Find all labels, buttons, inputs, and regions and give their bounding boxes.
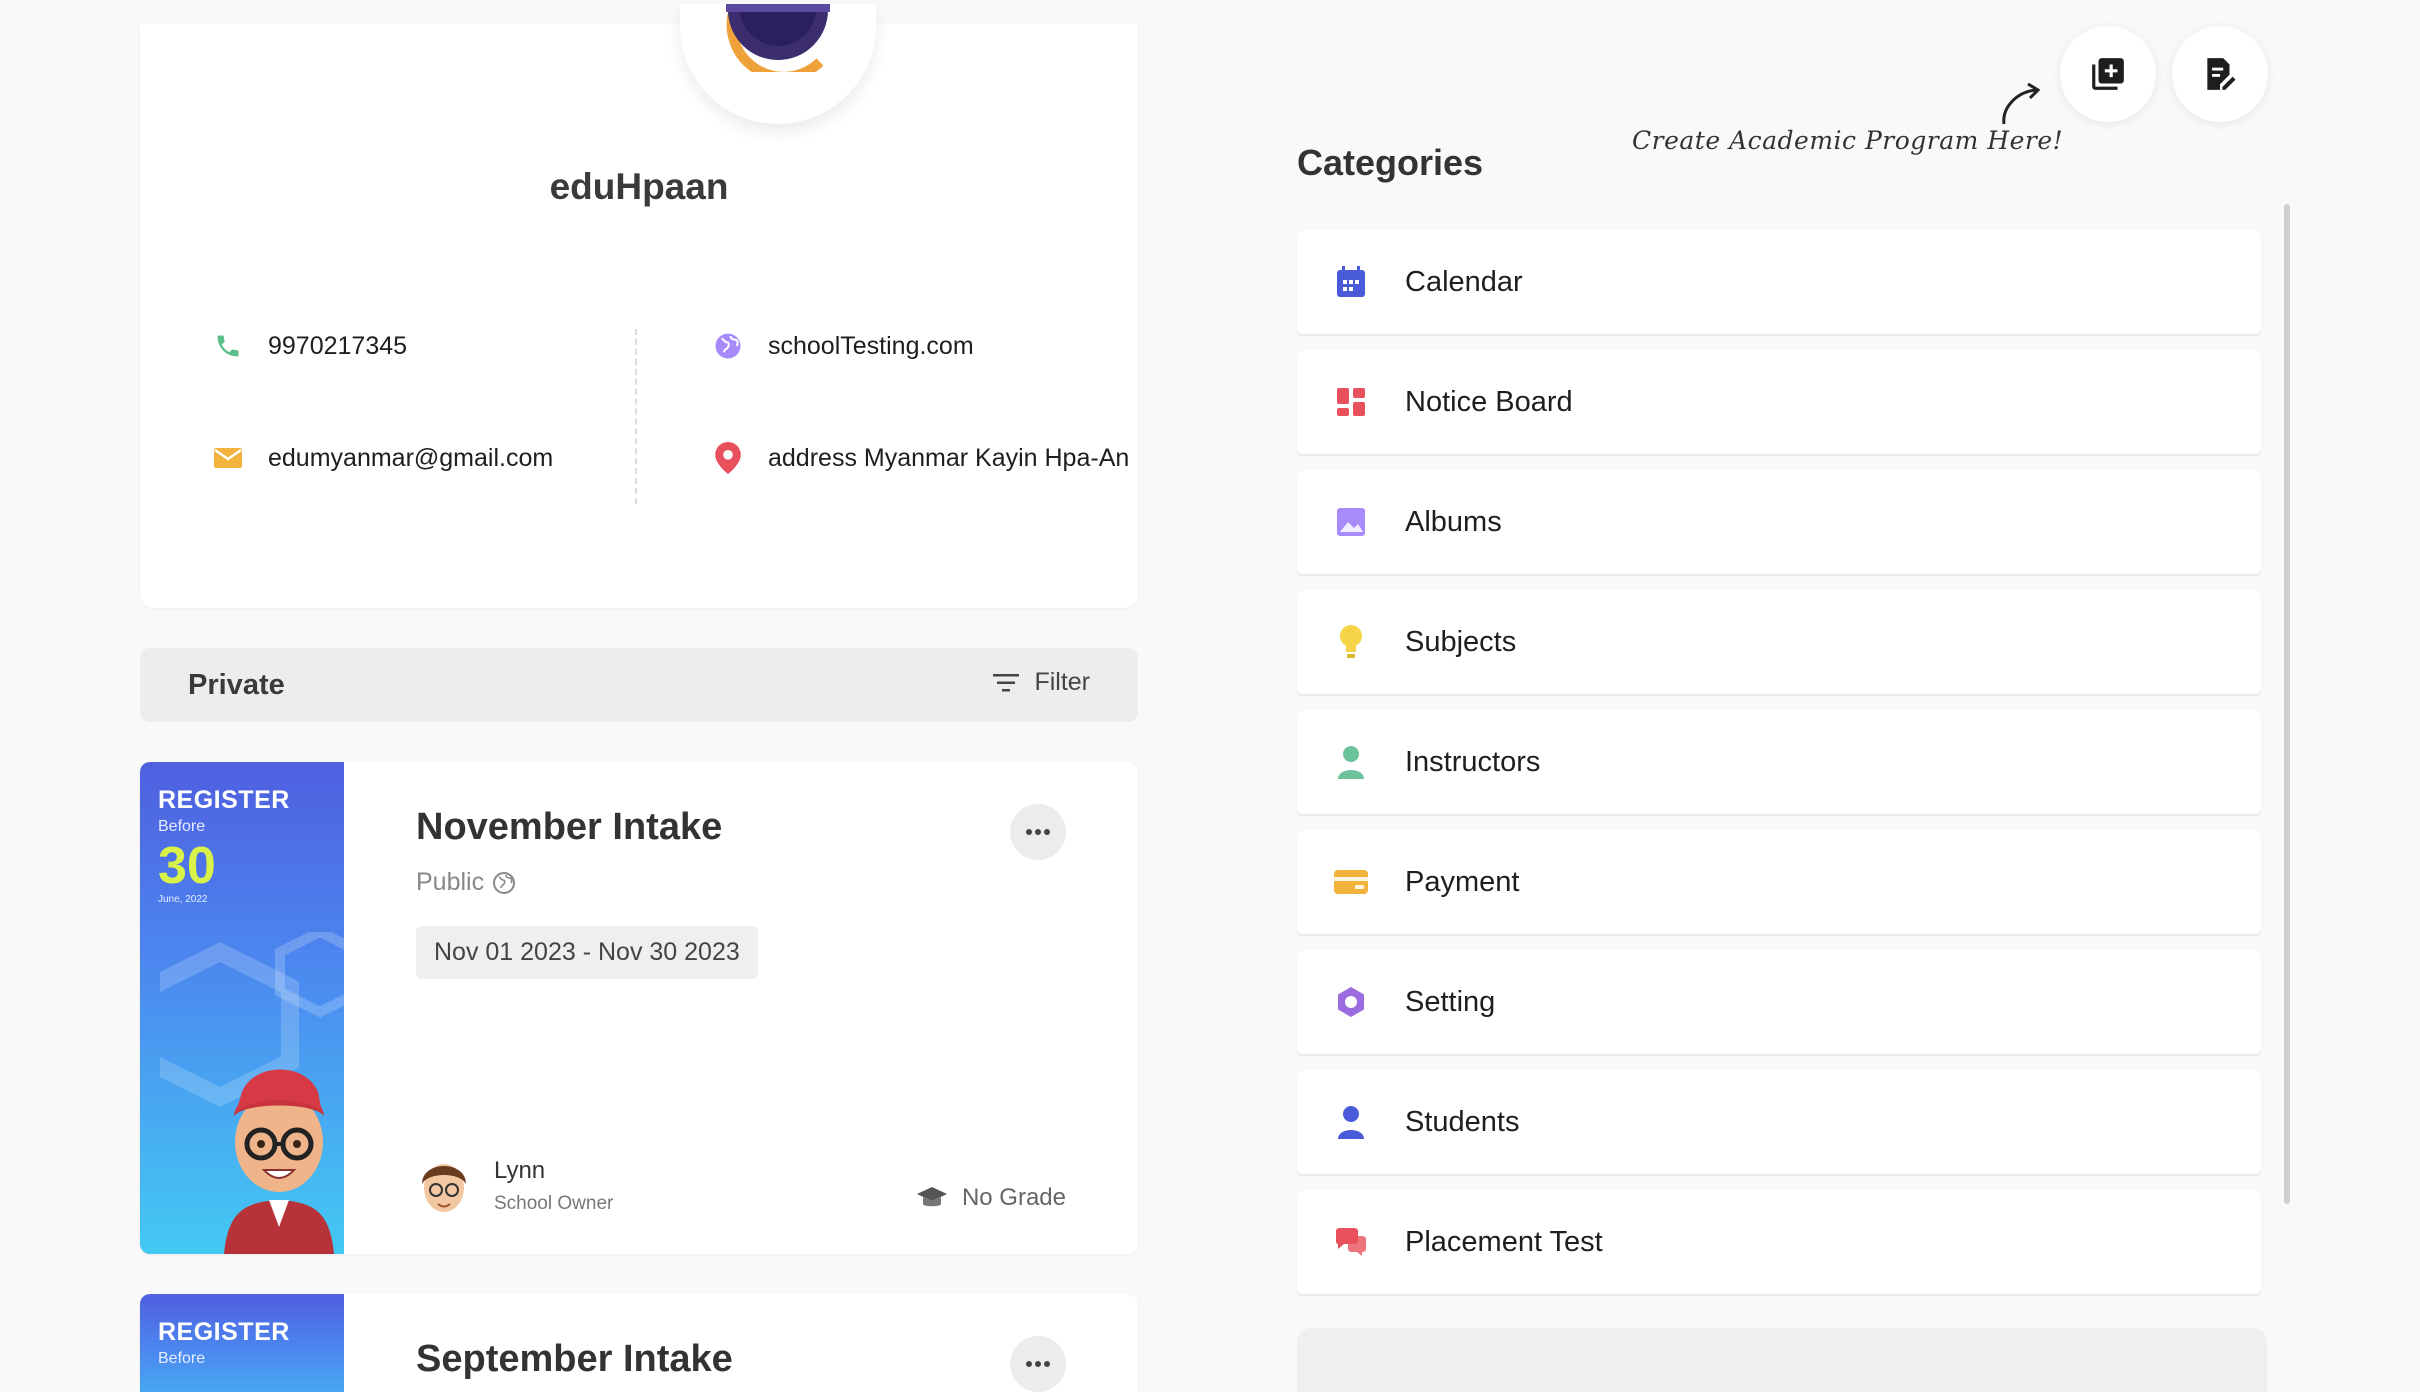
cartoon-boy-illustration [224, 1069, 334, 1254]
grade-label: No Grade [961, 1184, 1066, 1211]
category-label: Students [1405, 1105, 1520, 1138]
program-grade: No Grade [916, 1184, 1066, 1212]
program-title[interactable]: September Intake [416, 1338, 733, 1381]
program-more-button[interactable] [1010, 804, 1066, 860]
contact-divider [635, 329, 637, 504]
category-label: Calendar [1405, 265, 1523, 298]
owner-role: School Owner [494, 1193, 614, 1214]
chat-bubbles-icon [1333, 1224, 1369, 1260]
program-card[interactable]: REGISTER Before 30 June, 2022 November I… [140, 762, 1138, 1254]
category-payment[interactable]: Payment [1297, 830, 2261, 934]
create-program-hint: Create Academic Program Here! [1632, 126, 2064, 155]
calendar-icon [1333, 264, 1369, 300]
program-poster: REGISTER Before [140, 1294, 344, 1392]
student-icon [1333, 1104, 1369, 1140]
more-dots-icon [1026, 1361, 1050, 1367]
owner-name: Lynn [494, 1157, 546, 1184]
albums-icon [1333, 504, 1369, 540]
category-instructors[interactable]: Instructors [1297, 710, 2261, 814]
school-logo [680, 4, 876, 124]
mail-icon [212, 442, 244, 474]
poster-month: June, 2022 [158, 894, 208, 905]
location-pin-icon [712, 442, 744, 474]
category-students[interactable]: Students [1297, 1070, 2261, 1174]
email-contact: edumyanmar@gmail.com [212, 442, 553, 474]
category-setting[interactable]: Setting [1297, 950, 2261, 1054]
avatar [422, 1164, 466, 1212]
category-label: Notice Board [1405, 385, 1573, 418]
add-library-icon [2092, 58, 2124, 90]
more-dots-icon [1026, 829, 1050, 835]
school-name: eduHpaan [549, 166, 729, 207]
email-address: edumyanmar@gmail.com [268, 443, 554, 472]
phone-number: 9970217345 [268, 331, 408, 360]
program-owner: Lynn School Owner [416, 1154, 613, 1218]
website-contact: schoolTesting.com [712, 330, 974, 362]
school-profile-card: eduHpaan 9970217345 edumyanmar@gmail.com… [140, 4, 1138, 608]
program-more-button[interactable] [1010, 1336, 1066, 1392]
categories-scrollbar[interactable] [2284, 204, 2290, 1204]
globe-icon [712, 330, 744, 362]
edit-document-icon [2207, 58, 2238, 92]
category-label: Payment [1405, 865, 1520, 898]
address-contact: address Myanmar Kayin Hpa-An [712, 442, 1129, 474]
category-albums[interactable]: Albums [1297, 470, 2261, 574]
address-text: address Myanmar Kayin Hpa-An [768, 443, 1130, 472]
phone-icon [212, 330, 244, 362]
category-label: Placement Test [1405, 1225, 1603, 1258]
globe-icon [493, 871, 516, 894]
phone-contact: 9970217345 [212, 330, 407, 362]
category-label: Setting [1405, 985, 1496, 1018]
poster-before-text: Before [158, 1350, 206, 1367]
filter-label: Filter [1034, 668, 1090, 696]
bottom-panel [1297, 1328, 2267, 1392]
filter-bar-title: Private [188, 669, 285, 701]
poster-day: 30 [158, 837, 216, 895]
payment-card-icon [1333, 864, 1369, 900]
filter-icon [993, 673, 1020, 691]
poster-register-text: REGISTER [158, 786, 290, 814]
website-link[interactable]: schoolTesting.com [768, 332, 974, 361]
poster-register-text: REGISTER [158, 1318, 290, 1346]
category-calendar[interactable]: Calendar [1297, 230, 2261, 334]
category-notice-board[interactable]: Notice Board [1297, 350, 2261, 454]
notice-board-icon [1333, 384, 1369, 420]
settings-icon [1333, 984, 1369, 1020]
program-filter-bar: Private Filter [140, 648, 1138, 722]
edit-document-button[interactable] [2172, 26, 2268, 122]
program-poster: REGISTER Before 30 June, 2022 [140, 762, 344, 1254]
filter-button[interactable]: Filter [992, 668, 1090, 697]
category-label: Albums [1405, 505, 1502, 538]
category-subjects[interactable]: Subjects [1297, 590, 2261, 694]
category-label: Subjects [1405, 625, 1517, 658]
program-date-range: Nov 01 2023 - Nov 30 2023 [416, 926, 758, 979]
lightbulb-icon [1333, 624, 1369, 660]
curved-arrow-icon [2002, 82, 2041, 125]
category-placement-test[interactable]: Placement Test [1297, 1190, 2261, 1294]
poster-before-text: Before [158, 818, 206, 835]
categories-heading: Categories [1297, 142, 1484, 183]
instructor-icon [1333, 744, 1369, 780]
category-label: Instructors [1405, 745, 1541, 778]
graduation-cap-icon [916, 1187, 947, 1207]
create-program-button[interactable] [2060, 26, 2156, 122]
program-visibility: Public [416, 868, 516, 897]
program-title[interactable]: November Intake [416, 806, 722, 849]
program-card[interactable]: REGISTER Before September Intake [140, 1294, 1138, 1392]
visibility-label: Public [416, 868, 485, 896]
